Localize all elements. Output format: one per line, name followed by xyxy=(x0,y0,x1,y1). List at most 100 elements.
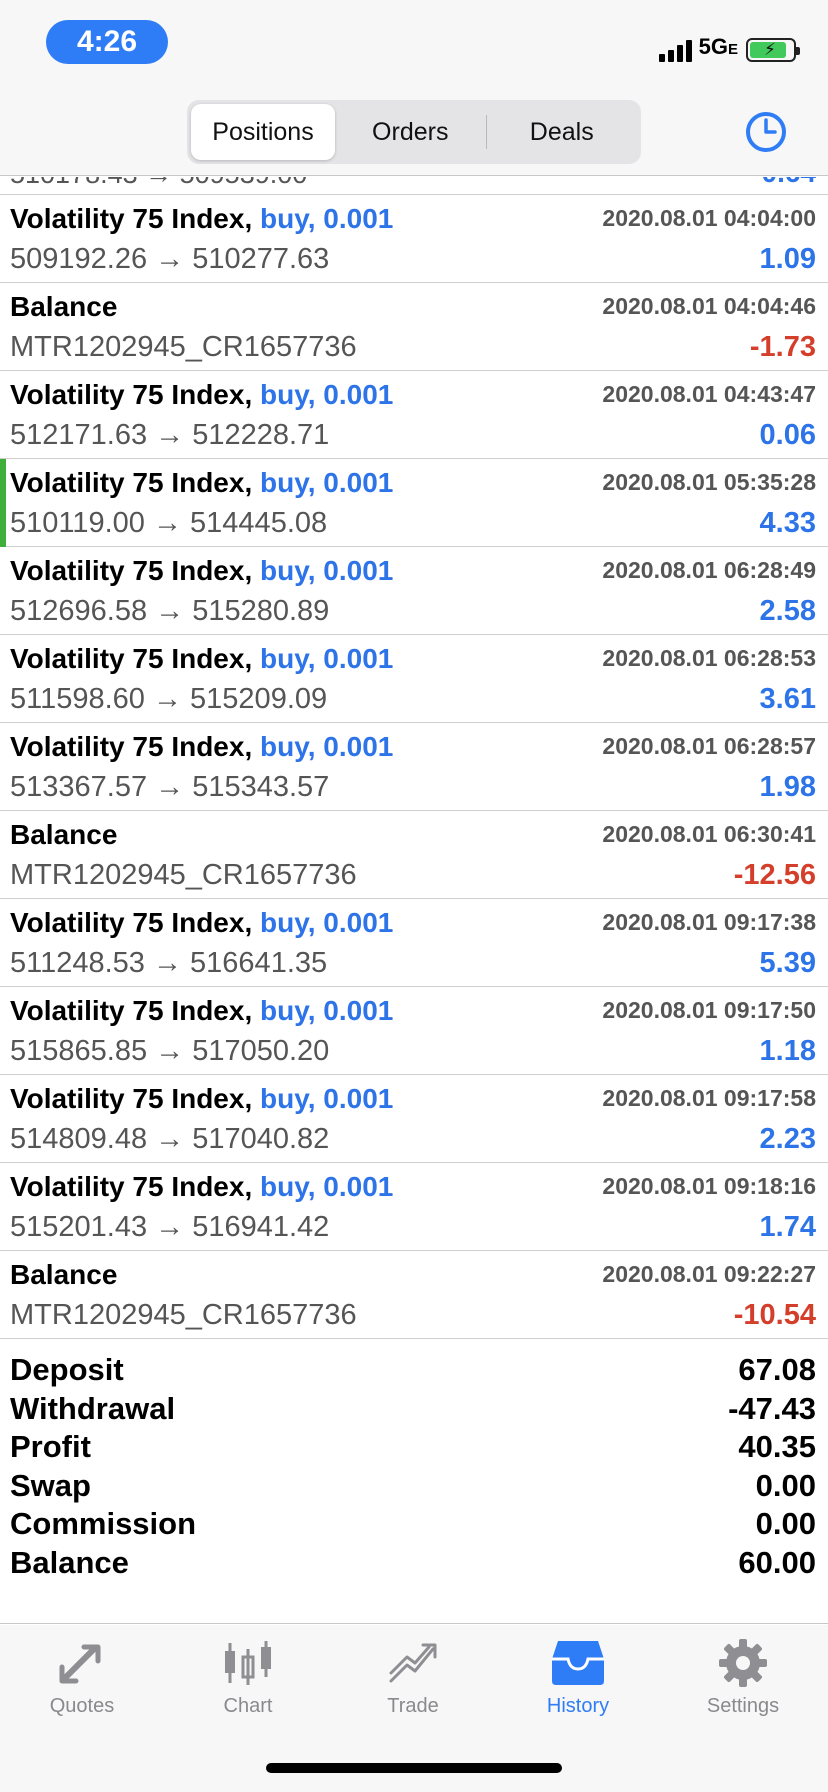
tab-label: Chart xyxy=(223,1695,273,1717)
home-indicator[interactable] xyxy=(266,1763,562,1773)
deal-detail: 512171.63 → 512228.71 xyxy=(10,419,330,451)
deal-amount: -12.56 xyxy=(733,859,816,891)
deal-row[interactable]: Volatility 75 Index, buy, 0.001 2020.08.0… xyxy=(0,195,828,283)
deal-detail: MTR1202945_CR1657736 xyxy=(10,859,357,891)
deal-detail: MTR1202945_CR1657736 xyxy=(10,1299,357,1331)
deal-date: 2020.08.01 04:04:46 xyxy=(602,293,816,319)
deal-symbol: Volatility 75 Index, buy, 0.001 xyxy=(10,1083,393,1115)
balance-row[interactable]: Balance 2020.08.01 04:04:46 MTR1202945_CR1… xyxy=(0,283,828,371)
deal-date: 2020.08.01 04:43:47 xyxy=(602,381,816,407)
deal-symbol: Volatility 75 Index, buy, 0.001 xyxy=(10,467,393,499)
deal-date: 2020.08.01 06:28:53 xyxy=(602,645,816,671)
network-label: 5G xyxy=(698,34,728,59)
deal-type: buy, 0.001 xyxy=(260,203,394,234)
symbol-label: Volatility 75 Index, xyxy=(10,731,253,762)
tab-orders[interactable]: Orders xyxy=(335,104,486,160)
deal-symbol: Volatility 75 Index, buy, 0.001 xyxy=(10,731,393,763)
deal-date: 2020.08.01 09:17:58 xyxy=(602,1085,816,1111)
deal-symbol: Volatility 75 Index, buy, 0.001 xyxy=(10,643,393,675)
history-header: Positions Orders Deals xyxy=(0,80,828,176)
summary-label: Commission xyxy=(10,1506,197,1542)
symbol-label: Balance xyxy=(10,291,118,322)
status-indicators: 5GE ⚡ xyxy=(658,35,800,62)
deal-symbol: Volatility 75 Index, buy, 0.001 xyxy=(10,1171,393,1203)
deal-type: buy, 0.001 xyxy=(260,1083,394,1114)
summary-label: Swap xyxy=(10,1467,91,1503)
summary-row-deposit: Deposit 67.08 xyxy=(0,1348,828,1392)
deal-type: buy, 0.001 xyxy=(260,467,394,498)
deal-detail: 515201.43 → 516941.42 xyxy=(10,1211,330,1243)
deal-date: 2020.08.01 09:17:50 xyxy=(602,997,816,1023)
deal-row[interactable]: Volatility 75 Index, buy, 0.001 2020.08.0… xyxy=(0,1075,828,1163)
symbol-label: Volatility 75 Index, xyxy=(10,643,253,674)
symbol-label: Volatility 75 Index, xyxy=(10,555,253,586)
deal-date: 2020.08.01 06:30:41 xyxy=(602,821,816,847)
summary-value: -47.43 xyxy=(728,1390,816,1426)
deal-amount: 1.74 xyxy=(759,1211,816,1243)
balance-row[interactable]: Balance 2020.08.01 09:22:27 MTR1202945_CR1… xyxy=(0,1251,828,1339)
deal-amount: 2.58 xyxy=(759,595,816,627)
list-item-partial[interactable]: 510178.43 → 509539.00 0.64 xyxy=(0,177,828,195)
tab-history[interactable]: History xyxy=(518,1637,638,1737)
deal-row[interactable]: Volatility 75 Index, buy, 0.001 2020.08.0… xyxy=(0,371,828,459)
deal-symbol: Volatility 75 Index, buy, 0.001 xyxy=(10,203,393,235)
status-bar: 4:26 5GE ⚡ xyxy=(0,0,828,80)
tab-label: Settings xyxy=(706,1695,780,1717)
tab-positions[interactable]: Positions xyxy=(191,104,335,160)
deal-detail: 510119.00 → 514445.08 xyxy=(10,507,328,539)
summary-label: Profit xyxy=(10,1429,91,1465)
deal-row[interactable]: Volatility 75 Index, buy, 0.001 2020.08.0… xyxy=(0,635,828,723)
status-time: 4:26 xyxy=(46,20,168,64)
deal-detail: 509192.26 → 510277.63 xyxy=(10,243,330,275)
deal-row[interactable]: Volatility 75 Index, buy, 0.001 2020.08.0… xyxy=(0,459,828,547)
symbol-label: Volatility 75 Index, xyxy=(10,995,253,1026)
deal-row[interactable]: Volatility 75 Index, buy, 0.001 2020.08.0… xyxy=(0,723,828,811)
deal-detail: 513367.57 → 515343.57 xyxy=(10,771,330,803)
deal-amount: -10.54 xyxy=(733,1299,816,1331)
summary-row-commission: Commission 0.00 xyxy=(0,1502,828,1546)
deal-row[interactable]: Volatility 75 Index, buy, 0.001 2020.08.0… xyxy=(0,899,828,987)
deal-type: buy, 0.001 xyxy=(260,907,394,938)
deal-amount: 1.98 xyxy=(759,771,816,803)
deal-amount: -1.73 xyxy=(749,331,816,363)
symbol-label: Volatility 75 Index, xyxy=(10,1083,253,1114)
deal-row[interactable]: Volatility 75 Index, buy, 0.001 2020.08.0… xyxy=(0,547,828,635)
deal-amount: 1.09 xyxy=(759,243,816,275)
deal-date: 2020.08.01 05:35:28 xyxy=(602,469,816,495)
tab-deals[interactable]: Deals xyxy=(487,104,638,160)
deal-type: buy, 0.001 xyxy=(260,731,394,762)
tab-chart[interactable]: Chart xyxy=(188,1637,308,1737)
cellular-signal-icon xyxy=(658,38,692,62)
deal-date: 2020.08.01 06:28:49 xyxy=(602,557,816,583)
summary-value: 0.00 xyxy=(755,1467,816,1503)
deal-symbol: Balance xyxy=(10,291,117,323)
history-segmented-control: Positions Orders Deals xyxy=(187,100,641,164)
clock-icon[interactable] xyxy=(744,110,788,154)
balance-row[interactable]: Balance 2020.08.01 06:30:41 MTR1202945_CR1… xyxy=(0,811,828,899)
tab-settings[interactable]: Settings xyxy=(683,1637,803,1737)
deal-amount: 2.23 xyxy=(759,1123,816,1155)
inbox-tray-icon xyxy=(552,1641,604,1685)
deal-date: 2020.08.01 06:28:57 xyxy=(602,733,816,759)
deal-symbol: Volatility 75 Index, buy, 0.001 xyxy=(10,907,393,939)
symbol-label: Balance xyxy=(10,1259,118,1290)
deal-detail: 514809.48 → 517040.82 xyxy=(10,1123,330,1155)
battery-charging-icon: ⚡ xyxy=(746,38,800,62)
deal-row[interactable]: Volatility 75 Index, buy, 0.001 2020.08.0… xyxy=(0,987,828,1075)
tab-trade[interactable]: Trade xyxy=(353,1637,473,1737)
deal-amount: 0.64 xyxy=(762,177,817,189)
deal-row[interactable]: Volatility 75 Index, buy, 0.001 2020.08.0… xyxy=(0,1163,828,1251)
summary-value: 0.00 xyxy=(755,1506,816,1542)
deal-type: buy, 0.001 xyxy=(260,379,394,410)
deal-symbol: Volatility 75 Index, buy, 0.001 xyxy=(10,995,393,1027)
deals-list[interactable]: 510178.43 → 509539.00 0.64 Volatility 75… xyxy=(0,177,828,1340)
network-type: 5GE xyxy=(699,35,738,62)
deal-symbol: Balance xyxy=(10,819,117,851)
deal-amount: 5.39 xyxy=(759,947,816,979)
deal-detail: MTR1202945_CR1657736 xyxy=(10,331,357,363)
deal-detail: 511248.53 → 516641.35 xyxy=(10,947,328,979)
trade-trend-icon xyxy=(389,1643,437,1683)
deal-detail: 512696.58 → 515280.89 xyxy=(10,595,330,627)
summary-row-withdrawal: Withdrawal -47.43 xyxy=(0,1387,828,1431)
tab-quotes[interactable]: Quotes xyxy=(22,1637,142,1737)
